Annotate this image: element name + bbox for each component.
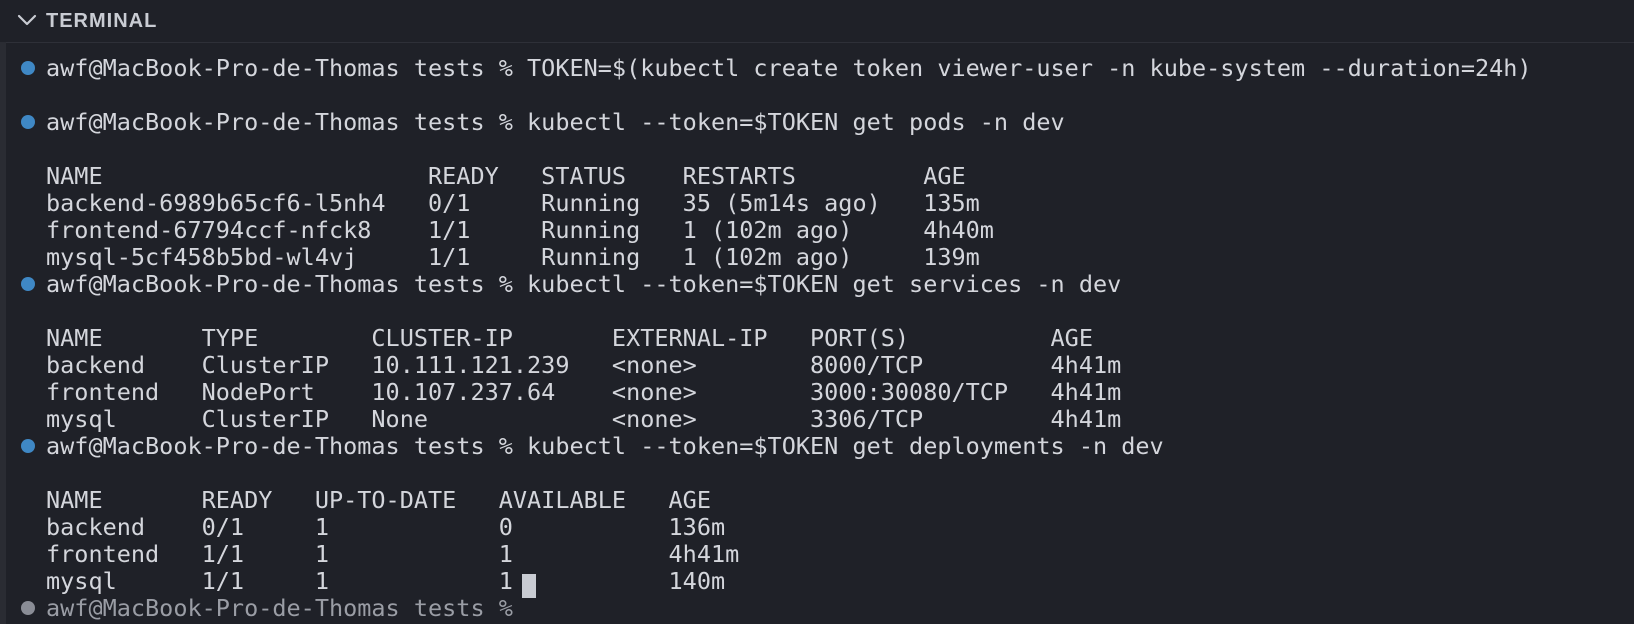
command-status-dot[interactable] — [21, 115, 35, 129]
pods-header-row: NAME READY STATUS RESTARTS AGE — [46, 162, 966, 190]
services-row: mysql ClusterIP None <none> 3306/TCP 4h4… — [46, 405, 1122, 433]
deployments-row: backend 0/1 1 0 136m — [46, 513, 726, 541]
pods-row: mysql-5cf458b5bd-wl4vj 1/1 Running 1 (10… — [46, 243, 980, 271]
services-row: frontend NodePort 10.107.237.64 <none> 3… — [46, 378, 1122, 406]
current-prompt: awf@MacBook-Pro-de-Thomas tests % — [46, 594, 528, 622]
deployments-row: frontend 1/1 1 1 4h41m — [46, 540, 740, 568]
terminal-cursor — [522, 574, 536, 598]
chevron-down-icon[interactable] — [16, 12, 38, 28]
command-status-dot[interactable] — [21, 601, 35, 615]
command-line: awf@MacBook-Pro-de-Thomas tests % kubect… — [46, 270, 1122, 298]
deployments-row: mysql 1/1 1 1 140m — [46, 567, 726, 595]
terminal-output[interactable]: awf@MacBook-Pro-de-Thomas tests % TOKEN=… — [0, 42, 1634, 624]
services-row: backend ClusterIP 10.111.121.239 <none> … — [46, 351, 1122, 379]
command-line: awf@MacBook-Pro-de-Thomas tests % TOKEN=… — [46, 54, 1532, 82]
pods-row: backend-6989b65cf6-l5nh4 0/1 Running 35 … — [46, 189, 980, 217]
command-status-dot[interactable] — [21, 277, 35, 291]
pods-row: frontend-67794ccf-nfck8 1/1 Running 1 (1… — [46, 216, 994, 244]
command-status-dot[interactable] — [21, 439, 35, 453]
deployments-header-row: NAME READY UP-TO-DATE AVAILABLE AGE — [46, 486, 711, 514]
command-line: awf@MacBook-Pro-de-Thomas tests % kubect… — [46, 432, 1164, 460]
services-header-row: NAME TYPE CLUSTER-IP EXTERNAL-IP PORT(S)… — [46, 324, 1093, 352]
command-line: awf@MacBook-Pro-de-Thomas tests % kubect… — [46, 108, 1065, 136]
panel-title: TERMINAL — [46, 10, 158, 32]
command-status-dot[interactable] — [21, 61, 35, 75]
terminal-panel-header: TERMINAL — [0, 0, 1634, 43]
